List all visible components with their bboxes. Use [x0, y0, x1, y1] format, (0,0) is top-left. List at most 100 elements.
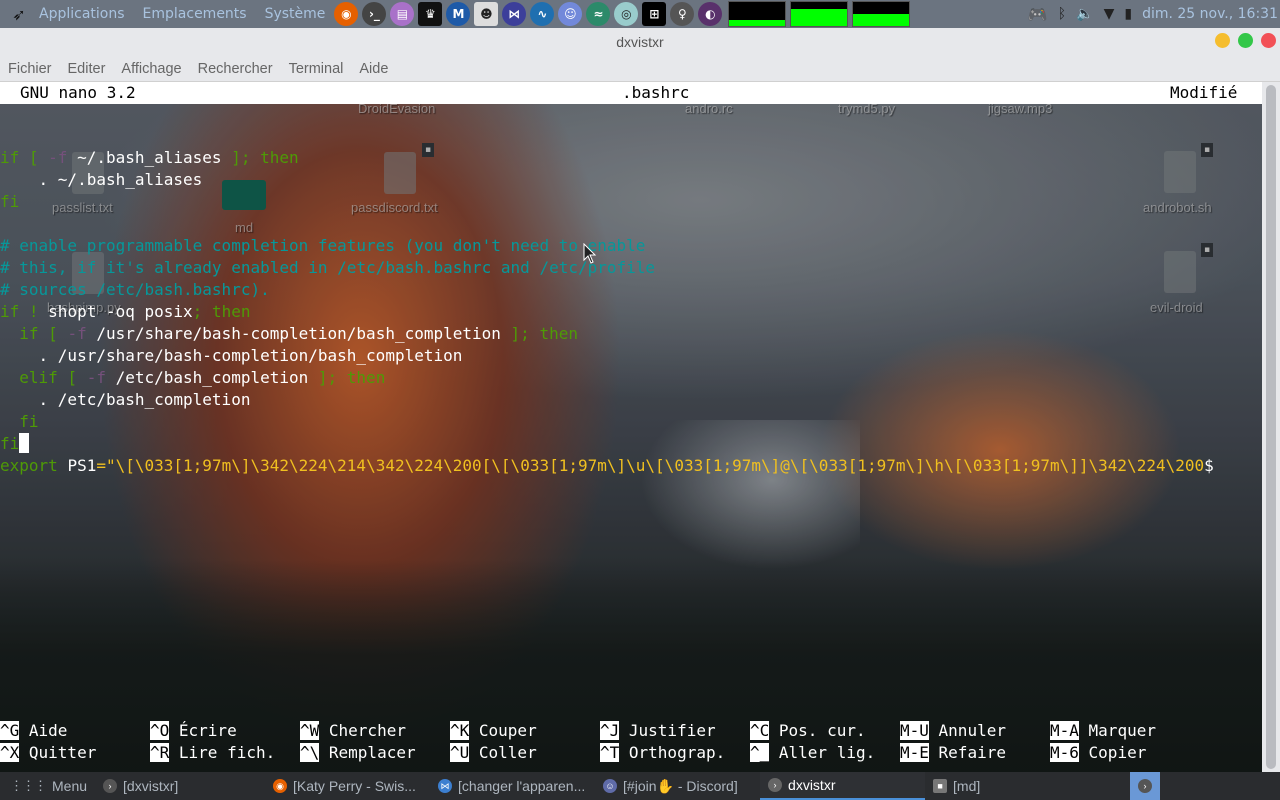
- editor-line[interactable]: . ~/.bash_aliases: [0, 169, 203, 191]
- shortcut-justifier[interactable]: ^J Justifier: [600, 720, 716, 742]
- text-editor-icon[interactable]: ▤: [390, 2, 415, 26]
- memory-monitor[interactable]: [790, 1, 849, 27]
- menu-editer[interactable]: Editer: [60, 61, 114, 77]
- mouse-cursor-icon: [583, 243, 597, 264]
- taskbar-task[interactable]: ■ [md]: [925, 772, 1085, 800]
- network-app-icon[interactable]: ⊞: [642, 2, 667, 26]
- menu-affichage[interactable]: Affichage: [113, 61, 189, 77]
- code-token: PS1: [67, 456, 97, 475]
- taskbar-task[interactable]: › [dxvistxr]: [95, 772, 265, 800]
- cpu-monitor-level: [729, 20, 786, 26]
- shortcut-label: Aller lig.: [769, 743, 876, 762]
- maximize-button[interactable]: [1238, 33, 1253, 48]
- taskbar-task[interactable]: ◉ [Katy Perry - Swis...: [265, 772, 430, 800]
- discord-tray-icon[interactable]: 🎮: [1028, 5, 1048, 24]
- editor-line[interactable]: if [ -f ~/.bash_aliases ]; then: [0, 147, 299, 169]
- menu-applications[interactable]: Applications: [30, 6, 134, 22]
- taskbar-task[interactable]: ⋈ [changer l'apparen...: [430, 772, 595, 800]
- editor-line[interactable]: export PS1="\[\033[1;97m\]\342\224\214\3…: [0, 455, 1214, 477]
- editor-line[interactable]: # enable programmable completion feature…: [0, 235, 645, 257]
- shortcut-label: Coller: [469, 743, 537, 762]
- clock[interactable]: dim. 25 nov., 16:31: [1142, 6, 1278, 22]
- kali-logo-icon[interactable]: ➶: [8, 3, 30, 25]
- code-token: shopt -oq posix: [48, 302, 193, 321]
- editor-line[interactable]: if ! shopt -oq posix; then: [0, 301, 250, 323]
- taskbar-task[interactable]: › dxvistxr: [760, 772, 926, 800]
- task-label: dxvistxr: [788, 777, 836, 793]
- shortcut-coller[interactable]: ^U Coller: [450, 742, 537, 764]
- code-token: if !: [0, 302, 49, 321]
- task-label: [Katy Perry - Swis...: [293, 778, 416, 794]
- minimize-button[interactable]: [1215, 33, 1230, 48]
- code-token: # enable programmable completion feature…: [0, 236, 646, 255]
- shortcut-quitter[interactable]: ^X Quitter: [0, 742, 96, 764]
- code-token: -f: [86, 368, 106, 387]
- eye-app-icon[interactable]: ◎: [614, 2, 639, 26]
- nano-status: Modifié: [1170, 83, 1238, 102]
- taskbar-menu-button[interactable]: ⋮⋮⋮ Menu: [0, 772, 95, 800]
- menu-systeme[interactable]: Système: [256, 6, 335, 22]
- menu-aide[interactable]: Aide: [351, 61, 396, 77]
- shortcut-orthograp[interactable]: ^T Orthograp.: [600, 742, 725, 764]
- mask-app-icon[interactable]: ☻: [474, 2, 499, 26]
- terminal-area[interactable]: GNU nano 3.2 .bashrc Modifié if [ -f ~/.…: [0, 82, 1262, 772]
- shortcut-couper[interactable]: ^K Couper: [450, 720, 537, 742]
- code-token: . ~/.bash_aliases: [0, 170, 203, 189]
- scrollbar-thumb[interactable]: [1266, 85, 1276, 769]
- editor-line[interactable]: . /etc/bash_completion: [0, 389, 251, 411]
- editor-line[interactable]: elif [ -f /etc/bash_completion ]; then: [0, 367, 385, 389]
- scrollbar[interactable]: [1262, 82, 1280, 772]
- close-button[interactable]: [1261, 33, 1276, 48]
- shortcut-copier[interactable]: M-6 Copier: [1050, 742, 1146, 764]
- task-label: [changer l'apparen...: [458, 778, 586, 794]
- discord-icon[interactable]: ☺: [558, 2, 583, 26]
- editor-line[interactable]: fi: [0, 191, 19, 213]
- network-monitor[interactable]: [852, 1, 911, 27]
- launcher-bar: ◉ ›_ ▤ ♛ M ☻ ⋈ ∿ ☺ ≈ ◎ ⊞ ♀ ◐: [334, 2, 723, 26]
- memory-monitor-level: [791, 9, 848, 26]
- editor-line[interactable]: fi: [0, 433, 30, 455]
- editor-line[interactable]: . /usr/share/bash-completion/bash_comple…: [0, 345, 463, 367]
- cpu-monitor[interactable]: [728, 1, 787, 27]
- menu-fichier[interactable]: Fichier: [0, 61, 60, 77]
- editor-line[interactable]: # this, if it's already enabled in /etc/…: [0, 257, 655, 279]
- shortcut-key: ^W: [300, 721, 320, 740]
- menu-terminal[interactable]: Terminal: [281, 61, 352, 77]
- shortcut-lire-fich[interactable]: ^R Lire fich.: [150, 742, 275, 764]
- firefox-icon[interactable]: ◉: [334, 2, 359, 26]
- shortcut-pos-cur[interactable]: ^C Pos. cur.: [750, 720, 866, 742]
- metasploit-icon[interactable]: M: [446, 2, 471, 26]
- code-token: fi: [0, 434, 20, 453]
- dragon-app-icon[interactable]: ≈: [586, 2, 611, 26]
- editor-line[interactable]: # sources /etc/bash.bashrc).: [0, 279, 270, 301]
- bluetooth-icon[interactable]: ᛒ: [1058, 6, 1066, 22]
- battery-icon[interactable]: ▮: [1124, 6, 1132, 22]
- code-token: /etc/bash_completion: [105, 368, 318, 387]
- taskbar-task[interactable]: ☺ [#join✋ - Discord]: [595, 772, 760, 800]
- shortcut-aide[interactable]: ^G Aide: [0, 720, 67, 742]
- wifi-icon[interactable]: ▼: [1104, 6, 1115, 22]
- window-titlebar[interactable]: dxvistxr: [0, 28, 1280, 56]
- vscode-icon[interactable]: ⋈: [502, 2, 527, 26]
- shortcut-label: Copier: [1078, 743, 1147, 762]
- tor-icon[interactable]: ◐: [698, 2, 723, 26]
- bulb-icon[interactable]: ♀: [670, 2, 695, 26]
- shortcut-annuler[interactable]: M-U Annuler: [900, 720, 1006, 742]
- shortcut-marquer[interactable]: M-A Marquer: [1050, 720, 1156, 742]
- window-menubar: Fichier Editer Affichage Rechercher Term…: [0, 56, 1280, 82]
- shortcut-écrire[interactable]: ^O Écrire: [150, 720, 237, 742]
- terminal-icon[interactable]: ›_: [362, 2, 387, 26]
- menu-emplacements[interactable]: Emplacements: [134, 6, 256, 22]
- shortcut-remplacer[interactable]: ^\ Remplacer: [300, 742, 416, 764]
- editor-line[interactable]: fi: [0, 411, 38, 433]
- wireshark-icon[interactable]: ∿: [530, 2, 555, 26]
- shortcut-refaire[interactable]: M-E Refaire: [900, 742, 1006, 764]
- editor-line[interactable]: if [ -f /usr/share/bash-completion/bash_…: [0, 323, 578, 345]
- menu-rechercher[interactable]: Rechercher: [190, 61, 281, 77]
- shortcut-chercher[interactable]: ^W Chercher: [300, 720, 406, 742]
- kali-tool-icon[interactable]: ♛: [418, 2, 443, 26]
- workspace-switcher[interactable]: ›: [1130, 772, 1160, 800]
- code-token: . /etc/bash_completion: [0, 390, 251, 409]
- shortcut-aller-lig[interactable]: ^_ Aller lig.: [750, 742, 875, 764]
- volume-icon[interactable]: 🔈: [1076, 6, 1093, 22]
